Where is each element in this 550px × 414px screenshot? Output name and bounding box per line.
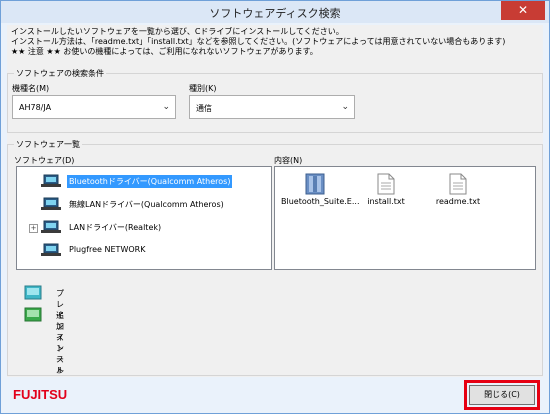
file-name: install.txt [367, 197, 405, 206]
laptop-icon [41, 243, 61, 256]
software-list-group: ソフトウェア一覧 ソフトウェア(D) 内容(N) Bluetoothドライバー(… [7, 139, 543, 397]
intro-line-3: ★★ 注意 ★★ お使いの機種によっては、ご利用になれないソフトウェアがあります… [11, 47, 318, 56]
title-bar: ソフトウェアディスク検索 ✕ [1, 1, 549, 23]
text-file-icon [377, 173, 395, 195]
tree-item-wlan[interactable]: 無線LANドライバー(Qualcomm Atheros) [41, 196, 261, 212]
contents-panel[interactable]: Bluetooth_Suite.E... install.txt readme.… [274, 166, 536, 270]
laptop-icon [41, 197, 61, 210]
software-label: ソフトウェア(D) [14, 156, 75, 165]
tree-item-lan[interactable]: LANドライバー(Realtek) [41, 219, 261, 235]
search-conditions-group: ソフトウェアの検索条件 機種名(M) AH78/JA ⌄ 種別(K) 通信 ⌄ [7, 68, 543, 133]
window-title: ソフトウェアディスク検索 [209, 7, 341, 20]
file-name: Bluetooth_Suite.E... [281, 197, 360, 206]
contents-label: 内容(N) [274, 156, 303, 165]
tree-item-label: LANドライバー(Realtek) [69, 223, 162, 232]
model-value: AH78/JA [19, 103, 52, 112]
tree-item-plugfree[interactable]: Plugfree NETWORK [41, 242, 261, 258]
type-value: 通信 [196, 104, 212, 113]
main-window: ソフトウェアディスク検索 ✕ インストールしたいソフトウェアを一覧から選び、Cド… [0, 0, 550, 414]
tree-item-label: Bluetoothドライバー(Qualcomm Atheros) [67, 175, 233, 188]
search-conditions-legend: ソフトウェアの検索条件 [14, 68, 106, 79]
tree-item-label: 無線LANドライバー(Qualcomm Atheros) [69, 200, 224, 209]
chevron-down-icon: ⌄ [341, 102, 349, 112]
type-select[interactable]: 通信 ⌄ [189, 95, 355, 119]
software-list-legend: ソフトウェア一覧 [14, 139, 82, 150]
content-area: インストールしたいソフトウェアを一覧から選び、Cドライブにインストールしてくださ… [7, 25, 543, 397]
archive-icon [305, 173, 325, 195]
tree-item-bluetooth[interactable]: Bluetoothドライバー(Qualcomm Atheros) [41, 173, 261, 189]
intro-line-2: インストール方法は、「readme.txt」「install.txt」などを参照… [11, 37, 506, 46]
intro-line-1: インストールしたいソフトウェアを一覧から選び、Cドライブにインストールしてくださ… [11, 27, 344, 36]
expand-toggle[interactable]: + [29, 224, 38, 233]
laptop-icon [41, 220, 61, 233]
type-label: 種別(K) [189, 84, 217, 93]
text-file-icon [449, 173, 467, 195]
window-close-button[interactable]: ✕ [501, 1, 545, 20]
preinstall-icon [24, 285, 42, 300]
file-name: readme.txt [435, 197, 481, 206]
laptop-icon [41, 174, 61, 187]
fujitsu-logo: FUJITSU [13, 387, 68, 402]
chevron-down-icon: ⌄ [162, 102, 170, 112]
model-label: 機種名(M) [12, 84, 50, 93]
tree-item-label: Plugfree NETWORK [69, 245, 146, 254]
close-button[interactable]: 閉じる(C) [469, 385, 535, 405]
additional-install-icon [24, 307, 42, 322]
model-select[interactable]: AH78/JA ⌄ [12, 95, 176, 119]
software-tree[interactable]: Bluetoothドライバー(Qualcomm Atheros) 無線LANドラ… [16, 166, 272, 270]
intro-text: インストールしたいソフトウェアを一覧から選び、Cドライブにインストールしてくださ… [11, 27, 505, 57]
